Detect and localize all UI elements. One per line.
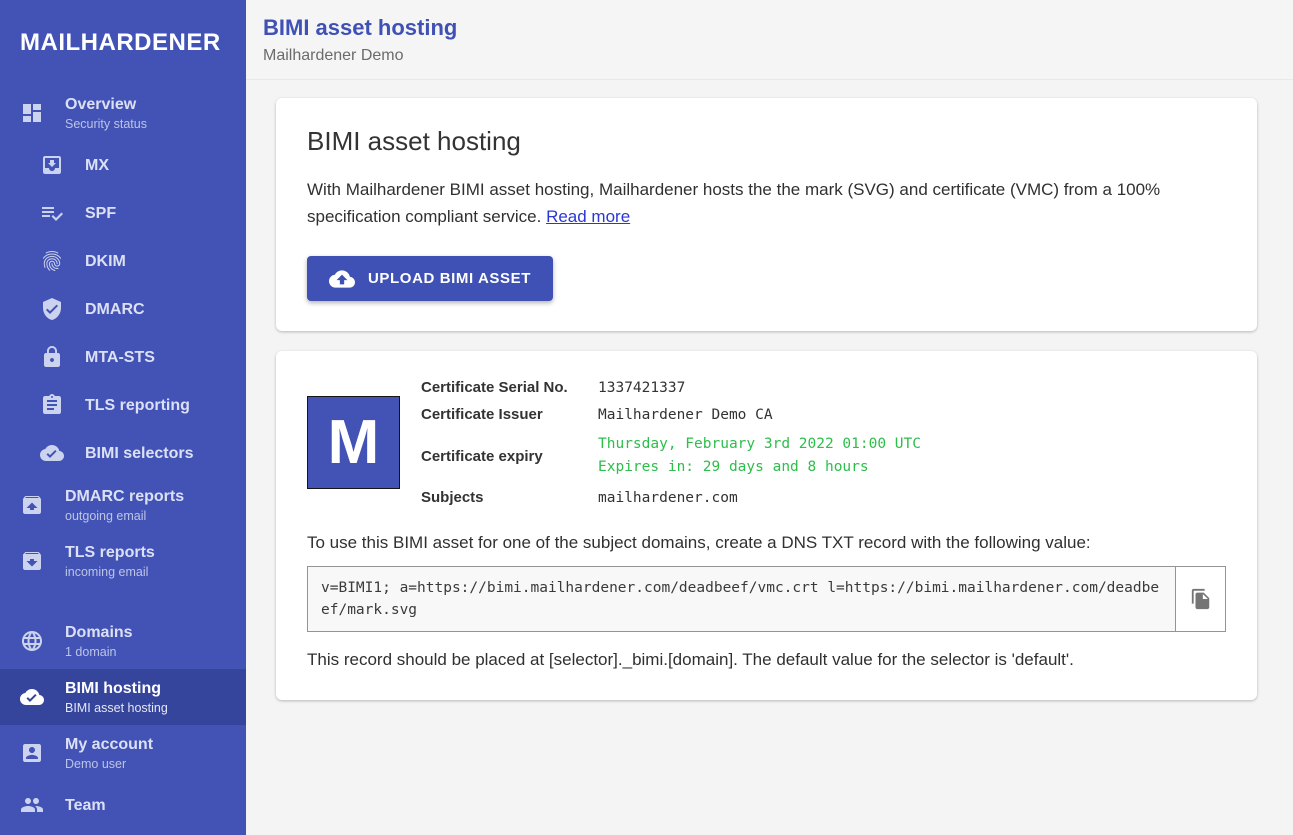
cloud-upload-icon — [329, 266, 355, 292]
main-area: BIMI asset hosting Mailhardener Demo BIM… — [246, 0, 1293, 835]
sidebar-item-sub: Security status — [65, 117, 147, 132]
cert-expiry-label: Certificate expiry — [421, 448, 598, 465]
app-logo: MAILHARDENER — [0, 0, 246, 85]
cloud-check-icon — [40, 441, 64, 465]
dns-record-value: v=BIMI1; a=https://bimi.mailhardener.com… — [308, 567, 1175, 631]
sidebar-item-tls-reports[interactable]: TLS reportsincoming email — [0, 533, 246, 589]
sidebar: MAILHARDENER OverviewSecurity status MX … — [0, 0, 246, 835]
bimi-mark-logo: M — [307, 396, 400, 489]
upload-bimi-asset-button[interactable]: UPLOAD BIMI ASSET — [307, 256, 553, 301]
people-icon — [20, 793, 44, 817]
cert-expiry-value: Thursday, February 3rd 2022 01:00 UTC Ex… — [598, 433, 921, 479]
page-title: BIMI asset hosting — [263, 15, 1293, 41]
cert-subjects-value: mailhardener.com — [598, 490, 921, 506]
sidebar-item-bimi-hosting[interactable]: BIMI hostingBIMI asset hosting — [0, 669, 246, 725]
certificate-card: M Certificate Serial No. 1337421337 Cert… — [276, 351, 1257, 700]
card-title: BIMI asset hosting — [307, 126, 1226, 157]
lock-icon — [40, 345, 64, 369]
page-subtitle: Mailhardener Demo — [263, 47, 1293, 65]
tray-upload-icon — [20, 493, 44, 517]
sidebar-item-label: Team — [65, 796, 106, 815]
page-content: BIMI asset hosting With Mailhardener BIM… — [246, 80, 1293, 720]
certificate-details-table: Certificate Serial No. 1337421337 Certif… — [421, 379, 921, 506]
cert-serial-value: 1337421337 — [598, 380, 921, 396]
sidebar-item-spf[interactable]: SPF — [0, 189, 246, 237]
cert-issuer-value: Mailhardener Demo CA — [598, 407, 921, 423]
inbox-download-icon — [40, 153, 64, 177]
sidebar-item-label: BIMI selectors — [85, 444, 193, 463]
upload-button-label: UPLOAD BIMI ASSET — [368, 270, 531, 287]
sidebar-item-domains[interactable]: Domains1 domain — [0, 613, 246, 669]
sidebar-item-label: DMARC reports — [65, 487, 184, 506]
playlist-check-icon — [40, 201, 64, 225]
sidebar-item-label: DKIM — [85, 252, 126, 271]
intro-card: BIMI asset hosting With Mailhardener BIM… — [276, 98, 1257, 331]
dns-instruction: To use this BIMI asset for one of the su… — [307, 533, 1226, 553]
sidebar-item-label: MX — [85, 156, 109, 175]
sidebar-item-label: DMARC — [85, 300, 145, 319]
shield-check-icon — [40, 297, 64, 321]
sidebar-item-label: SPF — [85, 204, 116, 223]
account-icon — [20, 741, 44, 765]
read-more-link[interactable]: Read more — [546, 207, 630, 226]
fingerprint-icon — [40, 249, 64, 273]
sidebar-item-label: Overview — [65, 95, 147, 114]
cert-expiry-remaining: Expires in: 29 days and 8 hours — [598, 456, 921, 479]
sidebar-item-dkim[interactable]: DKIM — [0, 237, 246, 285]
sidebar-item-overview[interactable]: Overview Security status — [0, 85, 246, 141]
sidebar-item-label: TLS reporting — [85, 396, 190, 415]
page-header: BIMI asset hosting Mailhardener Demo — [246, 0, 1293, 80]
certificate-summary: M Certificate Serial No. 1337421337 Cert… — [307, 379, 1226, 506]
sidebar-item-tls-reporting[interactable]: TLS reporting — [0, 381, 246, 429]
sidebar-item-dmarc-reports[interactable]: DMARC reportsoutgoing email — [0, 477, 246, 533]
sidebar-item-my-account[interactable]: My accountDemo user — [0, 725, 246, 781]
cert-issuer-label: Certificate Issuer — [421, 406, 598, 423]
sidebar-item-label: Domains — [65, 623, 133, 642]
clipboard-icon — [40, 393, 64, 417]
sidebar-item-label: TLS reports — [65, 543, 155, 562]
cert-expiry-date: Thursday, February 3rd 2022 01:00 UTC — [598, 433, 921, 456]
tray-download-icon — [20, 549, 44, 573]
sidebar-item-dmarc[interactable]: DMARC — [0, 285, 246, 333]
cert-serial-label: Certificate Serial No. — [421, 379, 598, 396]
intro-text-body: With Mailhardener BIMI asset hosting, Ma… — [307, 180, 1160, 226]
sidebar-item-label: BIMI hosting — [65, 679, 168, 698]
sidebar-item-mta-sts[interactable]: MTA-STS — [0, 333, 246, 381]
sidebar-item-bimi-selectors[interactable]: BIMI selectors — [0, 429, 246, 477]
selector-note: This record should be placed at [selecto… — [307, 650, 1226, 670]
dns-record-box: v=BIMI1; a=https://bimi.mailhardener.com… — [307, 566, 1226, 632]
intro-text: With Mailhardener BIMI asset hosting, Ma… — [307, 176, 1226, 230]
copy-dns-record-button[interactable] — [1175, 567, 1225, 631]
globe-icon — [20, 629, 44, 653]
copy-icon — [1190, 588, 1212, 610]
sidebar-item-label: My account — [65, 735, 153, 754]
sidebar-item-mx[interactable]: MX — [0, 141, 246, 189]
cert-subjects-label: Subjects — [421, 489, 598, 506]
dashboard-icon — [20, 101, 44, 125]
sidebar-item-label: MTA-STS — [85, 348, 155, 367]
sidebar-item-team[interactable]: Team — [0, 781, 246, 829]
cloud-check-icon — [20, 685, 44, 709]
